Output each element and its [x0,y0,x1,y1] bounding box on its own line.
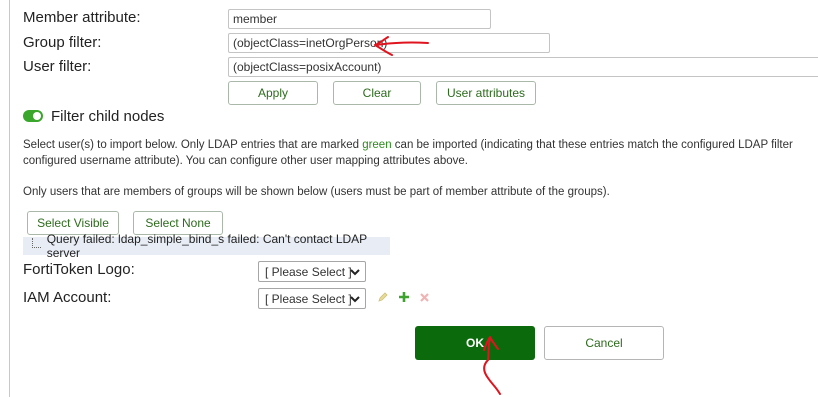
iam-account-select[interactable]: [ Please Select ] [258,288,366,309]
filter-child-nodes-toggle[interactable] [23,110,43,122]
iam-account-label: IAM Account: [23,289,112,306]
edit-pencil-icon[interactable] [377,291,389,303]
member-attribute-input[interactable]: member [228,9,491,29]
chevron-down-icon [350,269,360,276]
user-attributes-button[interactable]: User attributes [436,81,536,105]
annotation-arrow-icon [374,36,429,56]
green-word: green [362,139,392,151]
info-line-3: Only users that are members of groups wi… [23,186,610,198]
info-line-2: configured username attribute). You can … [23,155,468,167]
member-attribute-label: Member attribute: [23,9,141,26]
query-error-text: Query failed: ldap_simple_bind_s failed:… [46,232,367,260]
query-error-box: Query failed: ldap_simple_bind_s failed:… [23,232,390,260]
apply-button[interactable]: Apply [228,81,318,105]
filter-child-nodes-label: Filter child nodes [51,108,165,125]
iam-account-select-value: [ Please Select ] [265,291,352,306]
cancel-button[interactable]: Cancel [544,326,664,360]
chevron-down-icon [350,296,360,303]
add-plus-icon[interactable] [398,291,410,303]
user-filter-input[interactable]: (objectClass=posixAccount) [228,57,818,77]
clear-button[interactable]: Clear [333,81,421,105]
user-filter-label: User filter: [23,58,92,75]
fortitoken-logo-select-value: [ Please Select ] [265,264,352,279]
left-border [9,0,10,397]
annotation-arrow-icon [483,336,501,395]
fortitoken-logo-label: FortiToken Logo: [23,261,135,278]
info-line-1: Select user(s) to import below. Only LDA… [23,139,793,151]
group-filter-label: Group filter: [23,34,102,51]
tree-connector-icon [32,238,41,248]
fortitoken-logo-select[interactable]: [ Please Select ] [258,261,366,282]
delete-x-icon[interactable] [419,292,430,303]
